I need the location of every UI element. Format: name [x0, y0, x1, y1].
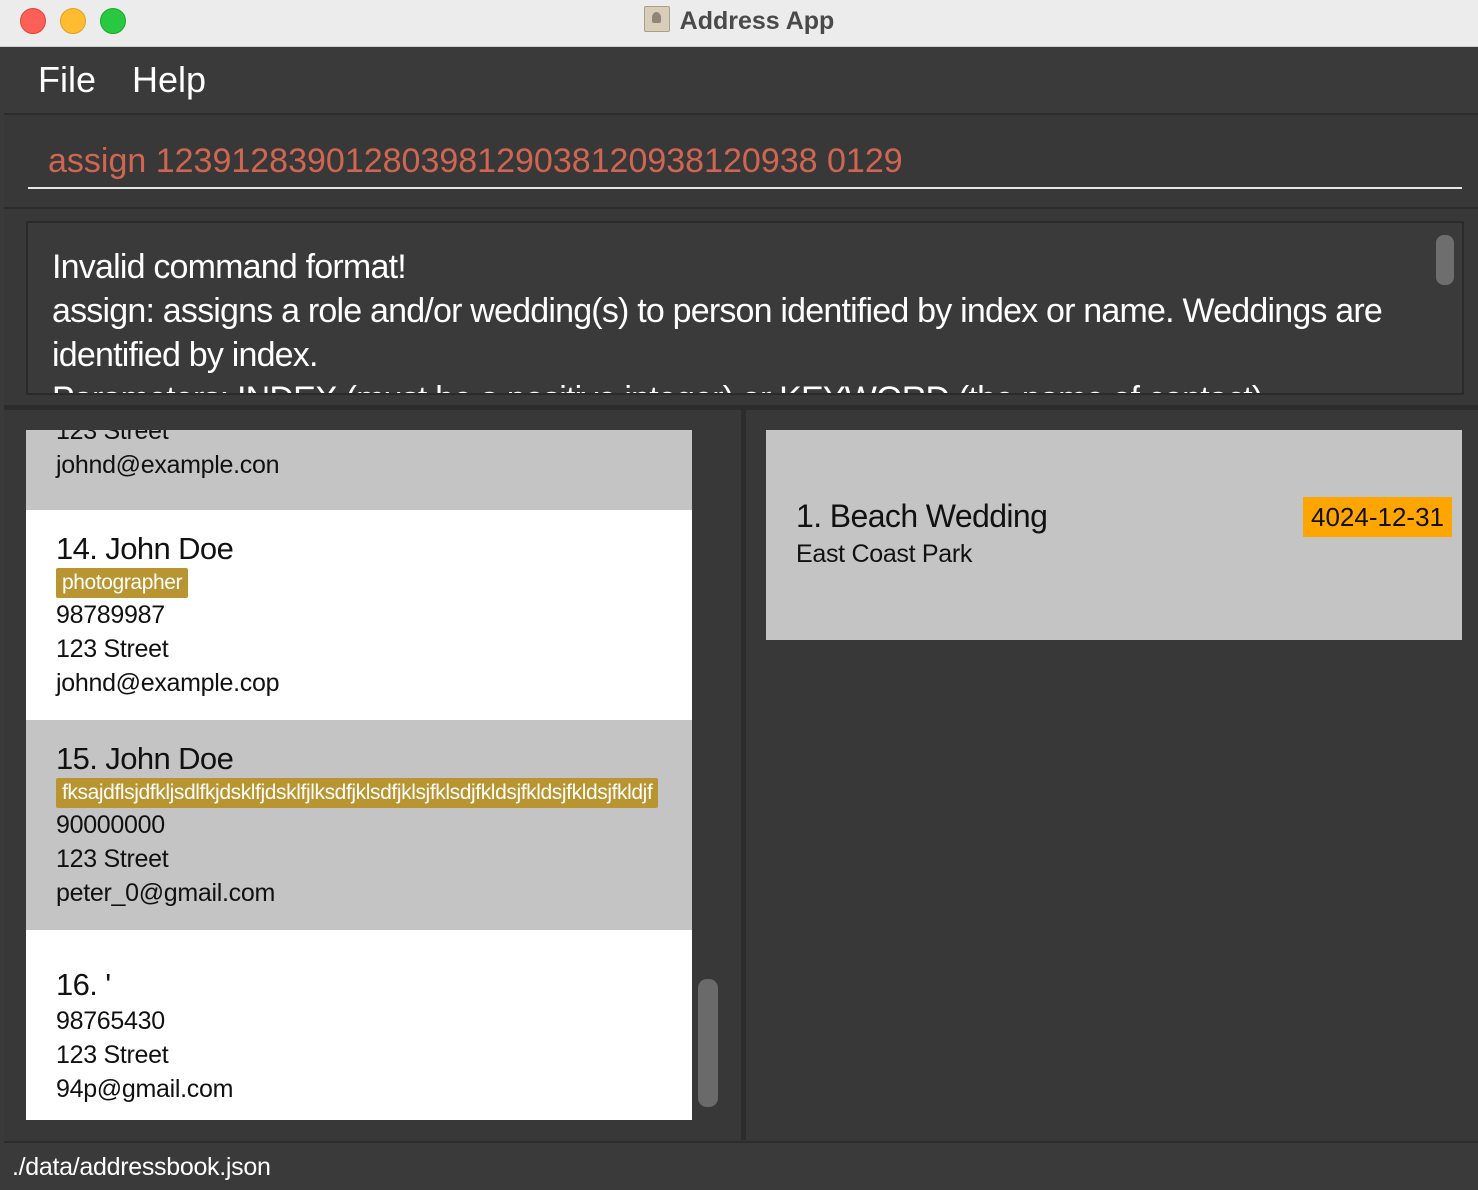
menu-file[interactable]: File [38, 59, 96, 101]
save-location-path: ./data/addressbook.json [12, 1153, 271, 1181]
command-input[interactable] [28, 135, 1462, 189]
person-address: 123 Street [56, 635, 169, 663]
window-title: Address App [679, 7, 835, 35]
result-line: identified by index. [52, 336, 318, 374]
menu-bar: File Help [4, 47, 1478, 115]
result-line: Parameters: INDEX (must be a positive in… [52, 377, 1392, 393]
person-list[interactable]: 123 Street johnd@example.con 14. John Do… [26, 430, 692, 1120]
command-box [4, 115, 1478, 209]
person-phone: 98789987 [56, 601, 165, 629]
person-email: johnd@example.cop [56, 669, 280, 697]
menu-help[interactable]: Help [132, 59, 206, 101]
person-name: 14. John Doe [56, 531, 234, 566]
result-display[interactable]: Invalid command format! assign: assigns … [26, 221, 1464, 395]
person-card[interactable]: 16. ' 98765430 123 Street 94p@gmail.com [26, 930, 692, 1120]
window-title-group: Address App [0, 6, 1478, 36]
person-card[interactable]: 15. John Doe fksajdflsjdfkljsdlfkjdsklfj… [26, 720, 692, 930]
address-book-icon [643, 6, 670, 32]
wedding-venue: East Coast Park [796, 540, 973, 568]
role-tag: photographer [56, 568, 189, 598]
person-list-scrollbar[interactable] [698, 979, 718, 1107]
result-text: Invalid command format! assign: assigns … [52, 245, 1392, 393]
status-bar: ./data/addressbook.json [4, 1141, 1478, 1190]
person-phone: 98765430 [56, 1007, 165, 1035]
person-address: 123 Street [56, 430, 169, 445]
wedding-card[interactable]: 1. Beach Wedding East Coast Park 4024-12… [766, 430, 1462, 640]
wedding-date-tag: 4024-12-31 [1303, 497, 1452, 537]
role-tag: fksajdflsjdfkljsdlfkjdsklfjdsklfjlksdfjk… [56, 778, 659, 808]
person-card[interactable]: 123 Street johnd@example.con [26, 430, 692, 510]
title-bar: Address App [0, 0, 1478, 47]
person-email: 94p@gmail.com [56, 1075, 234, 1103]
result-scrollbar[interactable] [1436, 235, 1454, 285]
app-window: File Help Invalid command format! assign… [4, 47, 1478, 1190]
person-name: 15. John Doe [56, 741, 234, 776]
person-phone: 90000000 [56, 811, 165, 839]
person-email: peter_0@gmail.com [56, 879, 275, 907]
person-email: johnd@example.con [56, 451, 280, 479]
panel-divider[interactable] [741, 410, 746, 1140]
person-name: 16. ' [56, 967, 111, 1002]
result-line: Invalid command format! [52, 248, 407, 286]
person-address: 123 Street [56, 845, 169, 873]
person-address: 123 Street [56, 1041, 169, 1069]
person-card[interactable]: 14. John Doe photographer 98789987 123 S… [26, 510, 692, 720]
wedding-title: 1. Beach Wedding [796, 498, 1048, 534]
result-line: assign: assigns a role and/or wedding(s)… [52, 292, 1383, 330]
